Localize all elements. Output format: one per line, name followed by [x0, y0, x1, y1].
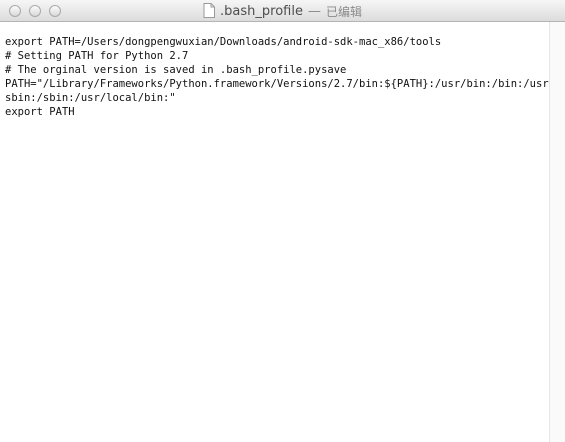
window-title-filename: .bash_profile	[220, 3, 303, 19]
text-editor[interactable]: export PATH=/Users/dongpengwuxian/Downlo…	[0, 22, 549, 442]
vertical-scrollbar[interactable]	[549, 22, 565, 442]
editor-line[interactable]: export PATH	[5, 105, 549, 119]
document-icon[interactable]	[203, 3, 216, 18]
editor-line[interactable]: PATH="/Library/Frameworks/Python.framewo…	[5, 77, 549, 91]
window-title-separator: —	[307, 3, 321, 19]
title-bar[interactable]: .bash_profile — 已编辑	[0, 0, 565, 22]
editor-line[interactable]: sbin:/sbin:/usr/local/bin:"	[5, 91, 549, 105]
window-title-status: 已编辑	[325, 4, 362, 19]
textedit-window: .bash_profile — 已编辑 export PATH=/Users/d…	[0, 0, 565, 442]
editor-line[interactable]: export PATH=/Users/dongpengwuxian/Downlo…	[5, 35, 549, 49]
editor-line[interactable]: # The orginal version is saved in .bash_…	[5, 63, 549, 77]
editor-line[interactable]: # Setting PATH for Python 2.7	[5, 49, 549, 63]
window-title: .bash_profile — 已编辑	[0, 0, 565, 22]
